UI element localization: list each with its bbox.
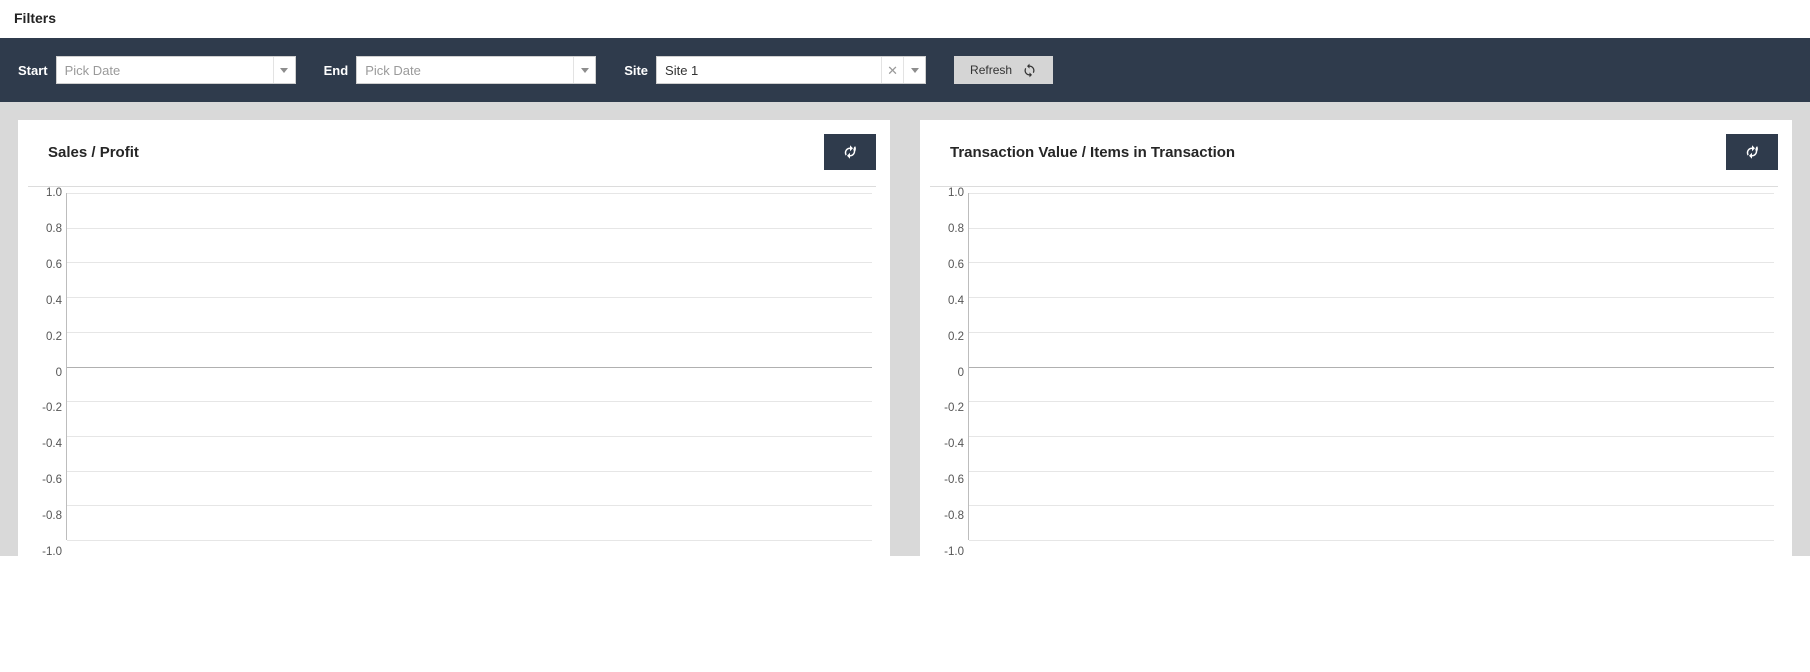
- plot-area: [66, 193, 872, 540]
- start-date-dropdown-trigger[interactable]: [273, 57, 295, 83]
- y-tick-label: 0.8: [930, 223, 964, 235]
- gridline: [969, 332, 1774, 333]
- gridline: [969, 471, 1774, 472]
- refresh-icon: [1022, 63, 1037, 78]
- gridline: [67, 540, 872, 541]
- plot-area: [968, 193, 1774, 540]
- refresh-icon: [841, 143, 859, 161]
- y-tick-label: -0.2: [28, 402, 62, 414]
- filter-bar: Start End Site ✕ Refresh: [0, 38, 1810, 102]
- gridline: [67, 401, 872, 402]
- filter-site: Site ✕: [624, 56, 926, 84]
- card-refresh-button[interactable]: [824, 134, 876, 170]
- chart-sales-profit: 1.00.80.60.40.20-0.2-0.4-0.6-0.8-1.0: [28, 186, 876, 546]
- y-tick-label: -0.4: [28, 438, 62, 450]
- end-date-dropdown-trigger[interactable]: [573, 57, 595, 83]
- card-header: Sales / Profit: [18, 120, 890, 180]
- y-tick-label: -1.0: [930, 546, 964, 558]
- gridline: [67, 297, 872, 298]
- gridline: [67, 471, 872, 472]
- refresh-button-label: Refresh: [970, 63, 1012, 77]
- card-title: Transaction Value / Items in Transaction: [950, 144, 1235, 161]
- site-input[interactable]: [657, 57, 881, 83]
- y-tick-label: 0.2: [28, 331, 62, 343]
- y-tick-label: -0.2: [930, 402, 964, 414]
- gridline: [67, 193, 872, 194]
- site-label: Site: [624, 63, 648, 78]
- gridline: [67, 505, 872, 506]
- y-tick-label: 0.4: [930, 295, 964, 307]
- y-tick-label: -0.8: [28, 510, 62, 522]
- gridline: [969, 262, 1774, 263]
- chevron-down-icon: [581, 68, 589, 73]
- y-tick-label: 0.8: [28, 223, 62, 235]
- gridline: [969, 505, 1774, 506]
- gridline: [67, 436, 872, 437]
- gridline: [969, 436, 1774, 437]
- page-title: Filters: [0, 0, 1810, 38]
- gridline: [67, 332, 872, 333]
- filter-end: End: [324, 56, 597, 84]
- gridline: [969, 401, 1774, 402]
- end-label: End: [324, 63, 349, 78]
- gridline: [969, 193, 1774, 194]
- close-icon: ✕: [887, 64, 898, 77]
- y-tick-label: -0.6: [28, 474, 62, 486]
- gridline: [969, 297, 1774, 298]
- card-title: Sales / Profit: [48, 144, 139, 161]
- gridline: [969, 367, 1774, 368]
- gridline: [67, 262, 872, 263]
- y-tick-label: 0.4: [28, 295, 62, 307]
- y-tick-label: -0.4: [930, 438, 964, 450]
- site-clear-button[interactable]: ✕: [881, 57, 903, 83]
- y-tick-label: 0: [930, 367, 964, 379]
- start-label: Start: [18, 63, 48, 78]
- y-tick-label: 1.0: [28, 187, 62, 199]
- gridline: [969, 228, 1774, 229]
- cards-row: Sales / Profit 1.0 0.8 0.6 0.4 0.2 0 -0.2 -0.4 -…: [0, 102, 1810, 556]
- y-tick-label: -0.8: [930, 510, 964, 522]
- gridline: [67, 367, 872, 368]
- start-date-input[interactable]: [57, 57, 273, 83]
- y-tick-label: 0.6: [930, 259, 964, 271]
- card-sales-profit: Sales / Profit 1.0 0.8 0.6 0.4 0.2 0 -0.2 -0.4 -…: [18, 120, 890, 556]
- card-header: Transaction Value / Items in Transaction: [920, 120, 1792, 180]
- end-date-input[interactable]: [357, 57, 573, 83]
- y-tick-label: 0.2: [930, 331, 964, 343]
- refresh-icon: [1743, 143, 1761, 161]
- y-tick-label: 0: [28, 367, 62, 379]
- chevron-down-icon: [911, 68, 919, 73]
- gridline: [67, 228, 872, 229]
- y-tick-label: -1.0: [28, 546, 62, 558]
- refresh-button[interactable]: Refresh: [954, 56, 1053, 84]
- site-dropdown-trigger[interactable]: [903, 57, 925, 83]
- chevron-down-icon: [280, 68, 288, 73]
- y-tick-label: 0.6: [28, 259, 62, 271]
- card-refresh-button[interactable]: [1726, 134, 1778, 170]
- end-date-combo[interactable]: [356, 56, 596, 84]
- y-tick-label: -0.6: [930, 474, 964, 486]
- site-combo[interactable]: ✕: [656, 56, 926, 84]
- y-tick-label: 1.0: [930, 187, 964, 199]
- card-transaction-value: Transaction Value / Items in Transaction…: [920, 120, 1792, 556]
- start-date-combo[interactable]: [56, 56, 296, 84]
- chart-transaction-value: 1.00.80.60.40.20-0.2-0.4-0.6-0.8-1.0: [930, 186, 1778, 546]
- filter-start: Start: [18, 56, 296, 84]
- gridline: [969, 540, 1774, 541]
